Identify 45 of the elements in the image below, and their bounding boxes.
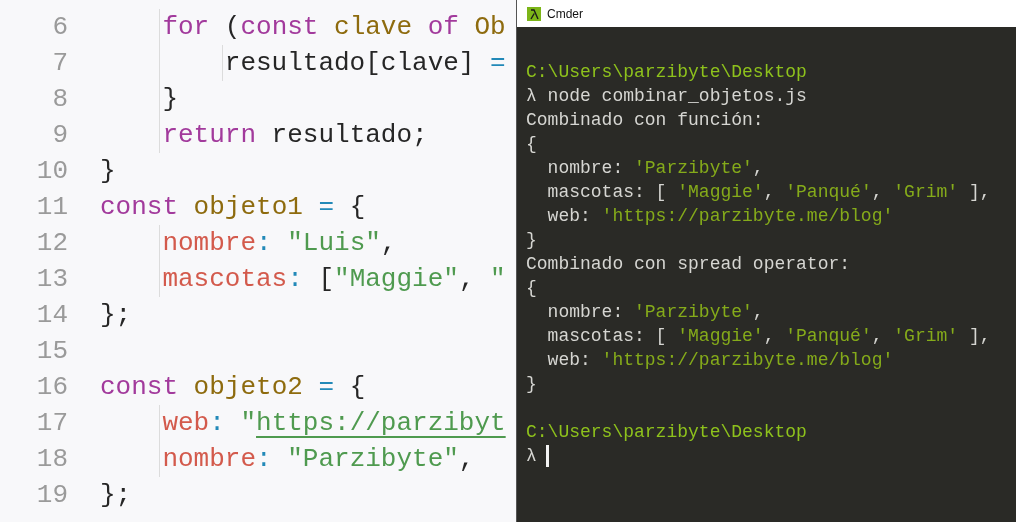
terminal-line: web: 'https://parzibyte.me/blog' [546, 206, 894, 226]
line-number: 18 [35, 444, 68, 474]
terminal-line: } [526, 374, 537, 394]
lambda-icon [527, 6, 541, 21]
terminal-line: web: 'https://parzibyte.me/blog' [546, 350, 894, 370]
code-line: const objeto2 = { [100, 372, 366, 402]
line-number: 9 [51, 120, 68, 150]
line-number: 13 [35, 264, 68, 294]
line-number: 11 [35, 192, 68, 222]
terminal-line: λ [526, 446, 537, 466]
code-line: const objeto1 = { [100, 192, 366, 222]
terminal-line: { [526, 278, 537, 298]
code-line: } [100, 156, 116, 186]
line-number: 17 [35, 408, 68, 438]
line-number: 15 [35, 336, 68, 366]
code-line: nombre: "Luis", [162, 228, 397, 258]
window-title: Cmder [547, 6, 583, 21]
terminal-line: C:\Users\parzibyte\Desktop [526, 62, 807, 82]
terminal-line: mascotas: [ 'Maggie', 'Panqué', 'Grim' ], [546, 182, 991, 202]
line-number: 16 [35, 372, 68, 402]
code-line: web: "https://parzibyt [162, 408, 506, 438]
code-line: } [162, 84, 178, 114]
terminal-line: } [526, 230, 537, 250]
code-line: resultado[clave] = [224, 48, 506, 78]
line-number: 19 [35, 480, 68, 510]
line-number: 6 [51, 12, 68, 42]
line-number: 7 [51, 48, 68, 78]
code-line: return resultado; [162, 120, 428, 150]
terminal-line: Combinado con función: [526, 110, 764, 130]
line-number: 14 [35, 300, 68, 330]
line-number: 10 [35, 156, 68, 186]
terminal-line: C:\Users\parzibyte\Desktop [526, 422, 807, 442]
terminal-line: Combinado con spread operator: [526, 254, 851, 274]
code-line: mascotas: ["Maggie", " [162, 264, 506, 294]
terminal-line: nombre: 'Parzibyte', [546, 158, 764, 178]
terminal-line: mascotas: [ 'Maggie', 'Panqué', 'Grim' ], [546, 326, 991, 346]
terminal-line: { [526, 134, 537, 154]
code-line: nombre: "Parzibyte", [162, 444, 475, 474]
code-line: for (const clave of Ob [162, 12, 506, 42]
terminal-line: nombre: 'Parzibyte', [546, 302, 764, 322]
code-line: }; [100, 300, 132, 330]
line-number: 12 [35, 228, 68, 258]
terminal-line: λ node combinar_objetos.js [526, 86, 807, 106]
line-number: 8 [51, 84, 68, 114]
code-line: }; [100, 480, 132, 510]
